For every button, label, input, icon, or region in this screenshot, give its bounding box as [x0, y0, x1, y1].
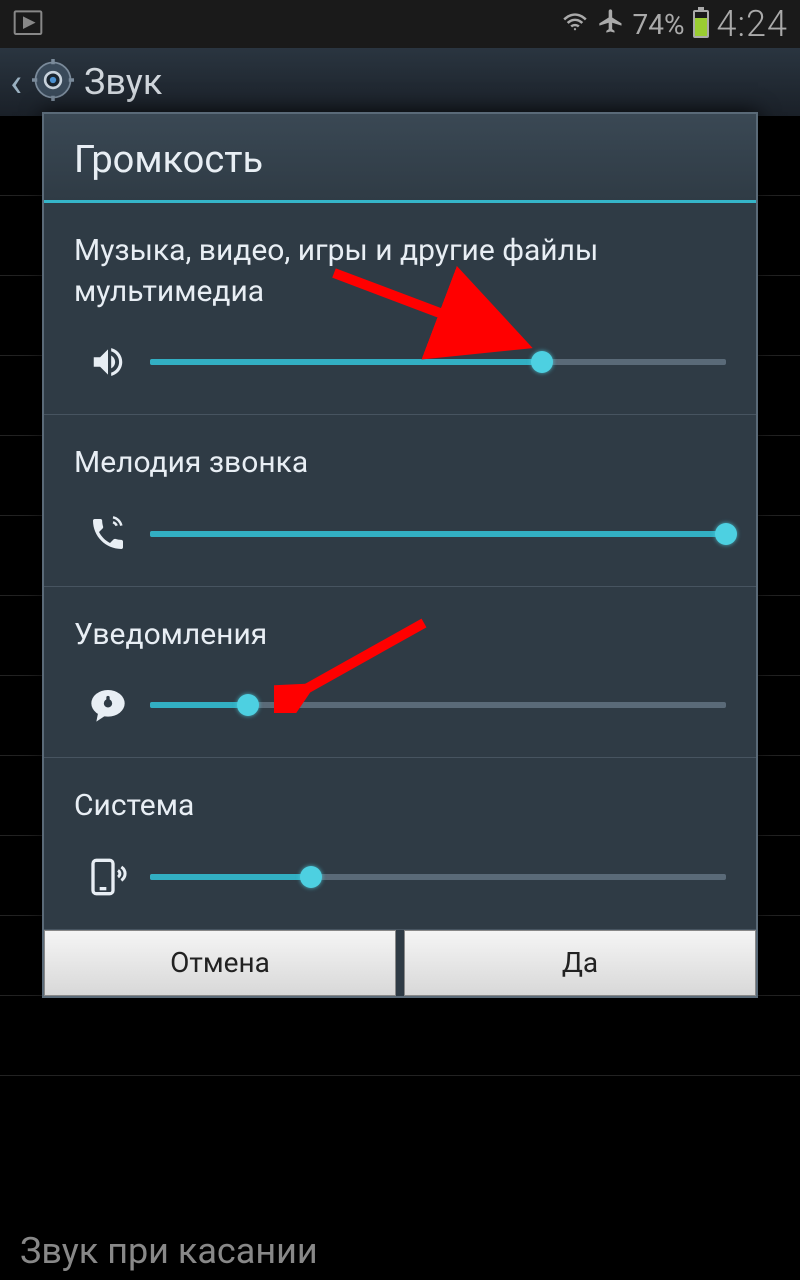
- background-item-touch-sound: Звук при касании: [20, 1230, 318, 1272]
- notification-volume-slider[interactable]: [150, 702, 726, 708]
- slider-label: Музыка, видео, игры и другие файлы мульт…: [74, 231, 726, 312]
- airplane-mode-icon: [597, 7, 625, 42]
- settings-gear-icon: [32, 59, 74, 105]
- back-icon[interactable]: ‹: [10, 59, 22, 106]
- system-volume-slider[interactable]: [150, 874, 726, 880]
- phone-ringtone-icon: [86, 512, 130, 556]
- media-volume-slider[interactable]: [150, 359, 726, 365]
- dialog-title: Громкость: [44, 114, 756, 203]
- ringtone-volume-slider[interactable]: [150, 531, 726, 537]
- slider-label: Мелодия звонка: [74, 443, 726, 484]
- ok-button[interactable]: Да: [404, 930, 756, 996]
- clock: 4:24: [717, 3, 788, 45]
- status-bar: 74% 4:24: [0, 0, 800, 48]
- slider-section-system: Система: [44, 758, 756, 930]
- slider-label: Уведомления: [74, 615, 726, 656]
- device-sound-icon: [86, 855, 130, 899]
- page-title: Звук: [84, 61, 162, 103]
- slider-section-notifications: Уведомления: [44, 587, 756, 759]
- battery-icon: [693, 10, 709, 38]
- wifi-icon: [561, 7, 589, 42]
- notification-icon: [86, 683, 130, 727]
- battery-percent: 74%: [633, 8, 685, 41]
- dialog-actions: Отмена Да: [44, 930, 756, 996]
- slider-label: Система: [74, 786, 726, 827]
- volume-dialog: Громкость Музыка, видео, игры и другие ф…: [42, 112, 758, 998]
- speaker-icon: [86, 340, 130, 384]
- play-store-icon: [12, 6, 44, 42]
- header-bar[interactable]: ‹ Звук: [0, 48, 800, 116]
- cancel-button[interactable]: Отмена: [44, 930, 396, 996]
- slider-section-media: Музыка, видео, игры и другие файлы мульт…: [44, 203, 756, 415]
- slider-section-ringtone: Мелодия звонка: [44, 415, 756, 587]
